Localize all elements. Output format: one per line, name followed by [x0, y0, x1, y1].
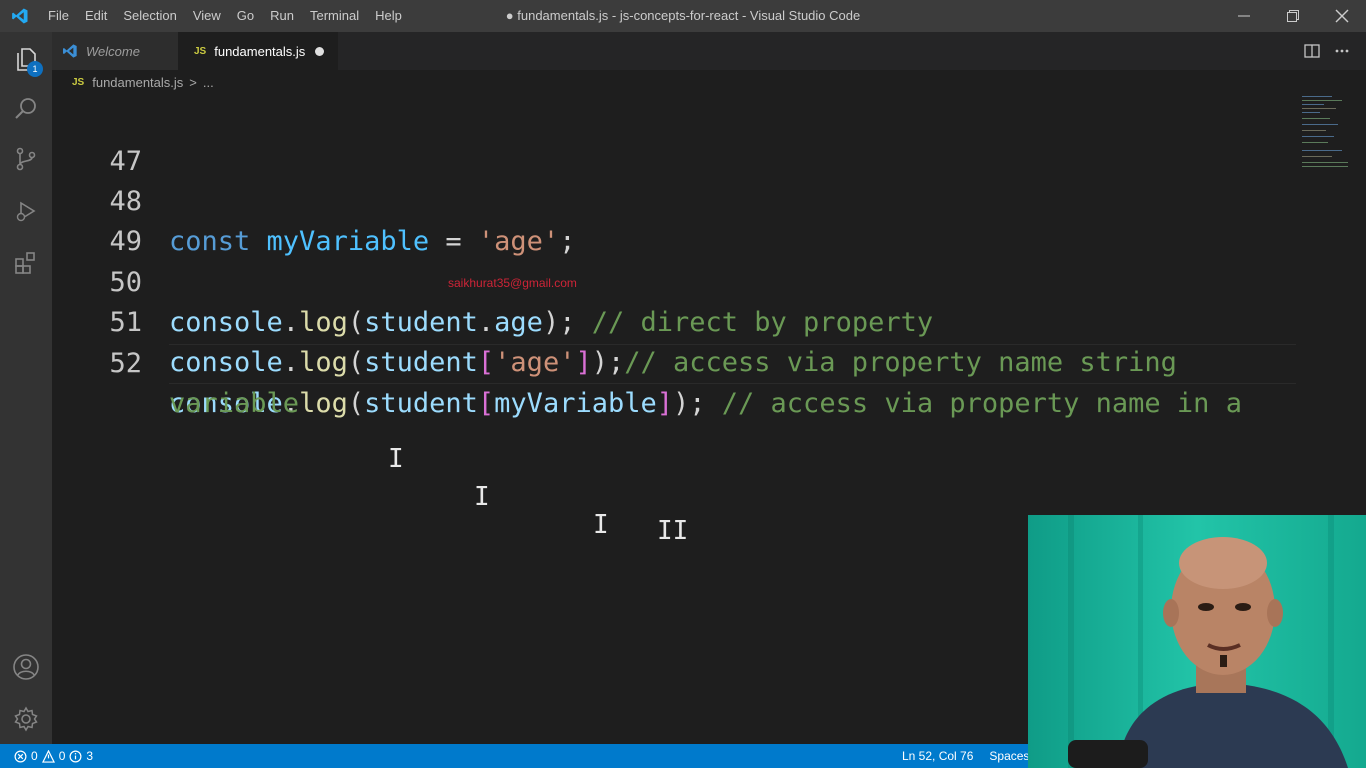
js-file-icon: JS: [194, 45, 207, 57]
menu-edit[interactable]: Edit: [77, 0, 115, 32]
minimap-line: [1302, 104, 1324, 105]
activity-bar: 1: [0, 32, 52, 744]
error-count: 0: [31, 749, 38, 763]
minimap-line: [1302, 136, 1334, 137]
breadcrumb-file[interactable]: fundamentals.js: [92, 75, 183, 90]
code-line: 50 console.log(student.age); // direct b…: [52, 223, 1298, 338]
problems-indicator[interactable]: 0 0 3: [14, 744, 93, 768]
menu-selection[interactable]: Selection: [115, 0, 184, 32]
title-bar: File Edit Selection View Go Run Terminal…: [0, 0, 1366, 32]
menu-go[interactable]: Go: [229, 0, 262, 32]
code-line-wrapped: variable: [52, 344, 1298, 419]
info-count: 3: [86, 749, 94, 763]
vscode-logo-icon: [0, 0, 40, 32]
restore-icon: [1286, 10, 1299, 22]
minimap-line: [1302, 166, 1348, 167]
close-button[interactable]: [1317, 0, 1366, 32]
tab-label: Welcome: [86, 43, 140, 59]
text-cursor-icon: II: [657, 516, 689, 546]
minimap-line: [1302, 108, 1336, 109]
unsaved-dot-icon[interactable]: [315, 46, 325, 56]
accounts-button[interactable]: [0, 642, 52, 692]
breadcrumb: JS fundamentals.js > ...: [52, 70, 1366, 94]
menu-help[interactable]: Help: [367, 0, 410, 32]
code-line: 49: [52, 182, 1298, 257]
minimap-line: [1302, 124, 1338, 125]
code-line: 51 console.log(student['age']);// access…: [52, 263, 1298, 378]
text-cursor-icon: I: [474, 482, 490, 512]
minimap-line: [1302, 142, 1328, 143]
account-icon: [13, 654, 39, 680]
explorer-badge: 1: [27, 61, 43, 77]
warning-icon: [41, 749, 55, 763]
text-cursor-icon: I: [388, 444, 404, 474]
menu-bar: File Edit Selection View Go Run Terminal…: [40, 0, 410, 32]
minimap-line: [1302, 100, 1342, 101]
tab-welcome[interactable]: Welcome: [52, 32, 178, 70]
breadcrumb-separator: >: [189, 74, 197, 90]
minimap-line: [1302, 96, 1332, 97]
close-icon: [1335, 9, 1348, 23]
run-debug-button[interactable]: [0, 186, 52, 236]
minimize-button[interactable]: [1219, 0, 1268, 32]
search-icon: [15, 98, 36, 119]
minimap-line: [1302, 156, 1332, 157]
editor-actions: [1304, 32, 1350, 70]
menu-view[interactable]: View: [185, 0, 229, 32]
source-control-button[interactable]: [0, 134, 52, 184]
breadcrumb-symbol[interactable]: ...: [203, 75, 214, 90]
warning-count: 0: [58, 749, 66, 763]
extensions-icon: [15, 252, 35, 274]
more-actions-icon[interactable]: [1334, 43, 1350, 59]
split-editor-icon[interactable]: [1304, 43, 1320, 59]
code-line: 48 const myVariable = 'age';: [52, 142, 1298, 257]
editor-tabs: Welcome JS fundamentals.js: [52, 32, 1366, 70]
minimap-line: [1302, 112, 1320, 113]
email-watermark: saikhurat35@gmail.com: [448, 276, 577, 290]
menu-terminal[interactable]: Terminal: [302, 0, 367, 32]
menu-run[interactable]: Run: [262, 0, 302, 32]
cursor-position[interactable]: Ln 52, Col 76: [902, 749, 973, 763]
presenter-video-image: [1028, 515, 1366, 768]
search-button[interactable]: [0, 84, 52, 134]
settings-gear-icon: [14, 706, 38, 732]
menu-file[interactable]: File: [40, 0, 77, 32]
run-debug-icon: [16, 201, 36, 222]
minimap-line: [1302, 118, 1330, 119]
text-cursor-icon: I: [593, 510, 609, 540]
webcam-overlay: [1028, 515, 1366, 768]
info-icon: [69, 750, 82, 762]
tab-label: fundamentals.js: [214, 43, 306, 59]
error-icon: [14, 750, 27, 762]
code-line: 47: [52, 102, 1298, 177]
wrapped-text: variable: [169, 388, 300, 419]
explorer-button[interactable]: 1: [0, 34, 52, 84]
minimap-line: [1302, 150, 1342, 151]
window-controls: [1219, 0, 1366, 32]
code-line: 52 console.log(student[myVariable]); // …: [52, 304, 1298, 419]
restore-button[interactable]: [1268, 0, 1317, 32]
minimap-line: [1302, 162, 1348, 163]
tab-fundamentals-js[interactable]: JS fundamentals.js: [178, 32, 338, 70]
extensions-button[interactable]: [0, 238, 52, 288]
minimap-line: [1302, 130, 1326, 131]
indentation-setting[interactable]: Spaces: [989, 749, 1029, 763]
code-text: console.log(student[myVariable]); // acc…: [169, 388, 1242, 419]
js-file-icon: JS: [72, 76, 85, 88]
minimize-icon: [1237, 15, 1250, 17]
manage-button[interactable]: [0, 694, 52, 744]
status-right: Ln 52, Col 76 Spaces: [902, 744, 1029, 768]
source-control-icon: [16, 147, 36, 171]
vscode-logo-icon: [63, 44, 77, 58]
